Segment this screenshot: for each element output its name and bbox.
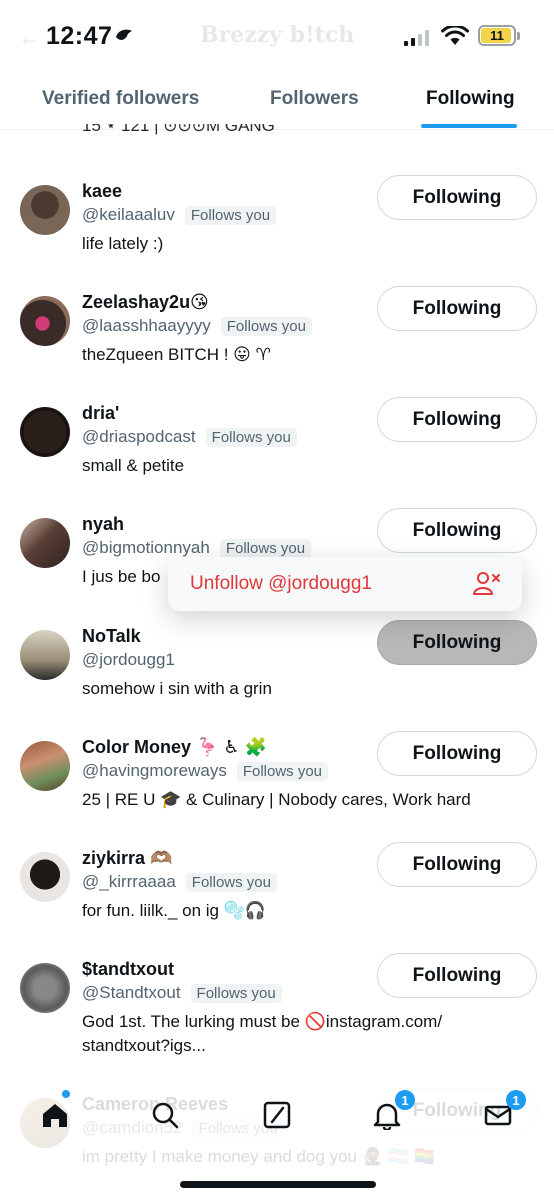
follows-you-badge: Follows you bbox=[205, 427, 297, 447]
back-arrow-icon: ← bbox=[18, 24, 42, 51]
follows-you-badge: Follows you bbox=[236, 761, 329, 781]
username-handle: @havingmoreways bbox=[82, 761, 227, 780]
following-button[interactable]: Following bbox=[377, 953, 537, 998]
following-button[interactable]: Following bbox=[377, 397, 537, 442]
profile-title: Brezzy b!tch bbox=[200, 22, 355, 48]
handle-line: @bigmotionnyah Follows you bbox=[82, 538, 312, 558]
tab-following[interactable]: Following bbox=[426, 88, 515, 110]
display-name: nyah bbox=[82, 514, 125, 534]
following-button[interactable]: Following bbox=[377, 620, 537, 665]
wifi-icon bbox=[441, 26, 469, 45]
follow-tabs: Verified followers Followers Following bbox=[0, 68, 554, 130]
home-indicator bbox=[180, 1181, 376, 1188]
display-name: $tandtxout bbox=[82, 959, 174, 979]
handle-line: @jordougg1 bbox=[82, 650, 175, 670]
avatar[interactable] bbox=[20, 185, 70, 235]
avatar[interactable] bbox=[20, 407, 70, 457]
display-name: Color Money 🦩 ♿ 🧩 bbox=[82, 737, 267, 757]
notification-badge: 1 bbox=[395, 1090, 415, 1110]
grok-icon[interactable] bbox=[262, 1100, 292, 1130]
bio-text: life lately :) bbox=[82, 234, 164, 253]
follows-you-badge: Follows you bbox=[220, 316, 312, 336]
avatar[interactable] bbox=[20, 963, 70, 1013]
bio-text: theZqueen BITCH ! 😛 ♈ bbox=[82, 345, 271, 364]
battery-tip bbox=[517, 32, 520, 40]
unfollow-person-icon bbox=[473, 572, 500, 595]
avatar[interactable] bbox=[20, 741, 70, 791]
home-notification-dot bbox=[62, 1090, 70, 1098]
tab-followers[interactable]: Followers bbox=[270, 88, 359, 110]
handle-line: @laasshhaayyyy Follows you bbox=[82, 316, 312, 336]
display-name: dria' bbox=[82, 403, 120, 423]
unfollow-context-menu[interactable]: Unfollow @jordougg1 bbox=[168, 557, 522, 611]
search-icon[interactable] bbox=[150, 1100, 180, 1130]
display-name: Zeelashay2u😘 bbox=[82, 292, 209, 312]
avatar[interactable] bbox=[20, 852, 70, 902]
handle-line: @_kirrraaaa Follows you bbox=[82, 872, 277, 892]
following-list-item[interactable]: $tandtxout @Standtxout Follows you God 1st.… bbox=[0, 953, 554, 1064]
following-list-item[interactable]: ziykirra 🫶🏽 @_kirrraaaa Follows you for fun… bbox=[0, 842, 554, 953]
following-button[interactable]: Following bbox=[377, 731, 537, 776]
username-handle: @driaspodcast bbox=[82, 427, 196, 446]
following-list-item[interactable]: NoTalk @jordougg1 somehow i sin with a gri… bbox=[0, 620, 554, 731]
following-list-item[interactable]: Color Money 🦩 ♿ 🧩 @havingmoreways Follows … bbox=[0, 731, 554, 842]
home-icon[interactable] bbox=[40, 1100, 70, 1130]
following-list-item[interactable]: dria' @driaspodcast Follows you small & pet… bbox=[0, 397, 554, 508]
messages-badge: 1 bbox=[506, 1090, 526, 1110]
status-time: 12:47 bbox=[46, 22, 113, 50]
username-handle: @bigmotionnyah bbox=[82, 538, 210, 557]
avatar[interactable] bbox=[20, 630, 70, 680]
username-handle: @keilaaaluv bbox=[82, 205, 175, 224]
active-tab-indicator bbox=[421, 124, 517, 128]
display-name: NoTalk bbox=[82, 626, 141, 646]
following-button[interactable]: Following bbox=[377, 842, 537, 887]
avatar[interactable] bbox=[20, 518, 70, 568]
following-button[interactable]: Following bbox=[377, 508, 537, 553]
follows-you-badge: Follows you bbox=[219, 538, 312, 558]
display-name: ziykirra 🫶🏽 bbox=[82, 848, 173, 868]
unfollow-label: Unfollow @jordougg1 bbox=[190, 573, 372, 594]
bio-text: God 1st. The lurking must be 🚫instagram.… bbox=[82, 1012, 443, 1055]
avatar[interactable] bbox=[20, 296, 70, 346]
bio-text: somehow i sin with a grin bbox=[82, 679, 272, 698]
bio-text: small & petite bbox=[82, 456, 185, 475]
following-button[interactable]: Following bbox=[377, 175, 537, 220]
handle-line: @havingmoreways Follows you bbox=[82, 761, 329, 781]
follows-you-badge: Follows you bbox=[184, 205, 277, 225]
bio-text: for fun. liilk._ on ig 🫧🎧 bbox=[82, 901, 267, 920]
following-list-item[interactable]: Zeelashay2u😘 @laasshhaayyyy Follows you the… bbox=[0, 286, 554, 397]
username-handle: @laasshhaayyyy bbox=[82, 316, 211, 335]
following-button[interactable]: Following bbox=[377, 286, 537, 331]
username-handle: @jordougg1 bbox=[82, 650, 175, 669]
display-name: kaee bbox=[82, 181, 123, 201]
following-list-item[interactable]: kaee @keilaaaluv Follows you life lately :)… bbox=[0, 175, 554, 286]
handle-line: @driaspodcast Follows you bbox=[82, 427, 297, 447]
status-bar: ← Brezzy b!tch 12:47 11 bbox=[0, 0, 554, 68]
focus-mode-icon bbox=[116, 29, 132, 40]
battery-icon: 11 bbox=[478, 25, 516, 46]
follows-you-badge: Follows you bbox=[185, 872, 277, 892]
cellular-signal-icon bbox=[404, 30, 429, 46]
bio-text: 25 | RE U 🎓 & Culinary | Nobody cares, W… bbox=[82, 790, 471, 809]
handle-line: @Standtxout Follows you bbox=[82, 983, 282, 1003]
battery-level: 11 bbox=[490, 28, 504, 43]
username-handle: @Standtxout bbox=[82, 983, 181, 1002]
handle-line: @keilaaaluv Follows you bbox=[82, 205, 277, 225]
follows-you-badge: Follows you bbox=[190, 983, 282, 1003]
tab-verified-followers[interactable]: Verified followers bbox=[42, 88, 199, 110]
username-handle: @_kirrraaaa bbox=[82, 872, 176, 891]
